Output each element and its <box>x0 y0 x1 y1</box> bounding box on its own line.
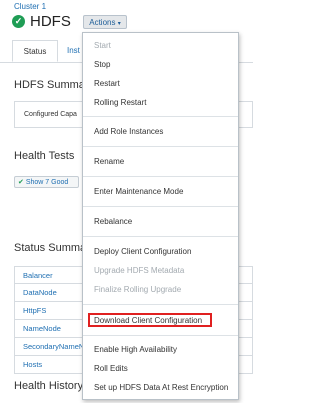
menu-item-rolling-restart[interactable]: Rolling Restart <box>94 98 146 107</box>
menu-item-enable-high-availability[interactable]: Enable High Availability <box>94 345 177 354</box>
menu-divider <box>83 335 238 336</box>
menu-divider <box>83 304 238 305</box>
configured-capacity-label: Configured Capa <box>24 111 77 118</box>
menu-item-upgrade-hdfs-metadata: Upgrade HDFS Metadata <box>94 266 185 275</box>
highlight-annotation-box <box>88 313 212 327</box>
actions-dropdown-button[interactable]: Actions ▾ <box>83 15 127 29</box>
actions-button-label: Actions <box>89 18 116 27</box>
tab-status[interactable]: Status <box>12 40 58 62</box>
menu-divider <box>83 146 238 147</box>
actions-dropdown-menu: Start Stop Restart Rolling Restart Add R… <box>82 32 239 400</box>
show-good-label: Show 7 Good <box>25 179 69 186</box>
status-ok-icon: ✓ <box>12 15 25 28</box>
service-title: HDFS <box>30 13 71 30</box>
menu-item-start: Start <box>94 41 111 50</box>
menu-item-add-role-instances[interactable]: Add Role Instances <box>94 127 163 136</box>
tab-instances[interactable]: Inst <box>67 40 80 62</box>
menu-item-enter-maintenance-mode[interactable]: Enter Maintenance Mode <box>94 187 183 196</box>
menu-item-deploy-client-configuration[interactable]: Deploy Client Configuration <box>94 247 191 256</box>
menu-item-roll-edits[interactable]: Roll Edits <box>94 364 128 373</box>
menu-item-rebalance[interactable]: Rebalance <box>94 217 132 226</box>
menu-divider <box>83 236 238 237</box>
menu-item-hdfs-encryption[interactable]: Set up HDFS Data At Rest Encryption <box>94 383 228 392</box>
show-good-tests-button[interactable]: ✔ Show 7 Good <box>14 176 79 188</box>
health-history-heading: Health History <box>14 380 84 392</box>
menu-divider <box>83 116 238 117</box>
check-icon: ✔ <box>18 179 24 186</box>
hdfs-summary-heading: HDFS Summar <box>14 79 89 91</box>
menu-item-stop[interactable]: Stop <box>94 60 110 69</box>
menu-item-restart[interactable]: Restart <box>94 79 120 88</box>
chevron-down-icon: ▾ <box>117 21 121 27</box>
menu-item-rename[interactable]: Rename <box>94 157 124 166</box>
cluster-breadcrumb-link[interactable]: Cluster 1 <box>14 2 46 11</box>
menu-item-finalize-rolling-upgrade: Finalize Rolling Upgrade <box>94 285 182 294</box>
health-tests-heading: Health Tests <box>14 150 75 162</box>
menu-divider <box>83 176 238 177</box>
menu-divider <box>83 206 238 207</box>
status-summary-heading: Status Summa <box>14 242 87 254</box>
